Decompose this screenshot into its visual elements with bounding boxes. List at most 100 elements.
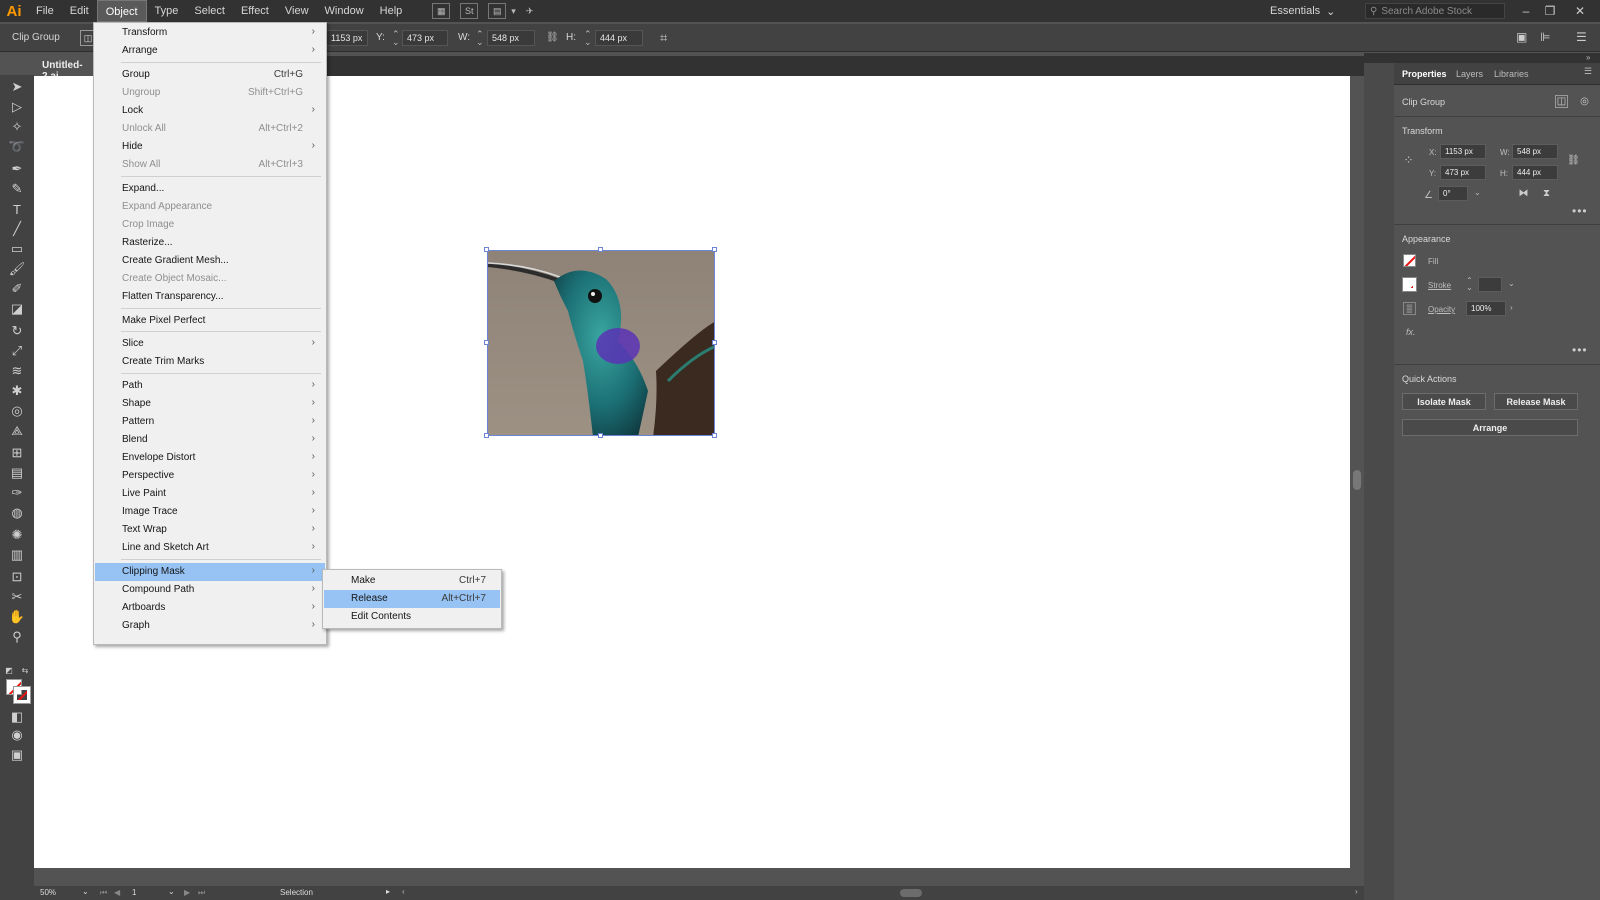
swap-colors-icon[interactable]: ⇆	[20, 665, 30, 675]
y-stepper-icon[interactable]: ⌃ ⌄	[392, 30, 400, 47]
drawing-mode-icon[interactable]: ◉	[8, 727, 26, 743]
stroke-weight-stepper-icon[interactable]: ⌃ ⌄	[1466, 277, 1473, 292]
object-menu-item-create-object-mosaic[interactable]: Create Object Mosaic...	[95, 270, 325, 288]
rotate-tool-icon[interactable]: ↻	[8, 323, 26, 339]
object-menu-item-rasterize[interactable]: Rasterize...	[95, 234, 325, 252]
object-menu-item-show-all[interactable]: Show All Alt+Ctrl+3	[95, 156, 325, 174]
isolate-mask-button[interactable]: Isolate Mask	[1402, 393, 1486, 410]
object-menu-item-crop-image[interactable]: Crop Image	[95, 216, 325, 234]
selection-handle[interactable]	[598, 433, 603, 438]
fx-icon[interactable]: fx.	[1406, 327, 1416, 337]
restore-icon[interactable]: ❐	[1538, 0, 1562, 22]
menu-edit[interactable]: Edit	[62, 0, 97, 22]
paintbrush-tool-icon[interactable]: 🖌	[8, 261, 26, 277]
object-menu-item-flatten-transparency[interactable]: Flatten Transparency...	[95, 288, 325, 306]
object-menu-item-live-paint[interactable]: Live Paint ›	[95, 485, 325, 503]
h-field[interactable]: 444 px	[595, 30, 643, 46]
flip-vertical-icon[interactable]: ⧗	[1540, 187, 1553, 200]
more-options-icon[interactable]: •••	[1572, 204, 1588, 218]
object-menu-item-transform[interactable]: Transform ›	[95, 24, 325, 42]
submenu-release[interactable]: Release Alt+Ctrl+7	[324, 590, 500, 608]
object-menu-item-text-wrap[interactable]: Text Wrap ›	[95, 521, 325, 539]
perspective-grid-tool-icon[interactable]: ⟁	[8, 423, 26, 439]
eraser-tool-icon[interactable]: ◪	[8, 301, 26, 317]
object-menu-item-make-pixel-perfect[interactable]: Make Pixel Perfect	[95, 312, 325, 330]
align-icon[interactable]: ▣	[1516, 30, 1527, 44]
menu-view[interactable]: View	[277, 0, 317, 22]
submenu-make[interactable]: Make Ctrl+7	[324, 572, 500, 590]
selection-handle[interactable]	[484, 247, 489, 252]
menu-window[interactable]: Window	[317, 0, 372, 22]
selection-handle[interactable]	[712, 433, 717, 438]
selection-handle[interactable]	[712, 247, 717, 252]
eyedropper-tool-icon[interactable]: ✑	[8, 485, 26, 501]
object-menu-item-create-trim-marks[interactable]: Create Trim Marks	[95, 353, 325, 371]
menu-file[interactable]: File	[28, 0, 62, 22]
object-menu-item-path[interactable]: Path ›	[95, 377, 325, 395]
panel-h-field[interactable]: 444 px	[1512, 165, 1558, 180]
zoom-level[interactable]: 50%	[40, 888, 56, 897]
gpu-rocket-icon[interactable]: ✈	[521, 3, 539, 19]
curvature-tool-icon[interactable]: ✎	[8, 181, 26, 197]
arrange-button[interactable]: Arrange	[1402, 419, 1578, 436]
type-tool-icon[interactable]: T	[8, 201, 26, 217]
screen-mode-icon[interactable]: ▣	[8, 747, 26, 763]
line-tool-icon[interactable]: ╱	[8, 221, 26, 237]
stroke-swatch[interactable]	[13, 686, 31, 704]
panel-y-field[interactable]: 473 px	[1440, 165, 1486, 180]
chevron-down-icon[interactable]: ⌄	[1474, 188, 1481, 197]
object-menu-item-envelope-distort[interactable]: Envelope Distort ›	[95, 449, 325, 467]
rectangle-tool-icon[interactable]: ▭	[8, 241, 26, 257]
artboard-tool-icon[interactable]: ⊡	[8, 569, 26, 585]
object-menu-item-shape[interactable]: Shape ›	[95, 395, 325, 413]
constrain-proportions-icon[interactable]: ⛓	[1567, 154, 1580, 167]
reference-point-icon[interactable]: ⁘	[1402, 153, 1415, 167]
arrange-documents-icon[interactable]: ▤	[488, 3, 507, 19]
menu-object[interactable]: Object	[96, 0, 147, 22]
slice-tool-icon[interactable]: ✂	[8, 589, 26, 605]
bridge-icon[interactable]: ▦	[432, 3, 451, 19]
direct-selection-tool-icon[interactable]: ▷	[8, 99, 26, 115]
graph-tool-icon[interactable]: ▥	[8, 547, 26, 563]
stroke-label[interactable]: Stroke	[1428, 281, 1451, 290]
edit-contents-icon[interactable]: ◎	[1578, 95, 1591, 108]
object-menu-item-pattern[interactable]: Pattern ›	[95, 413, 325, 431]
tab-libraries[interactable]: Libraries	[1494, 69, 1529, 79]
mesh-tool-icon[interactable]: ⊞	[8, 445, 26, 461]
panel-x-field[interactable]: 1153 px	[1440, 144, 1486, 159]
chevron-down-icon[interactable]: ⌄	[1508, 279, 1515, 288]
link-icon[interactable]: ⛓	[546, 32, 559, 43]
fill-swatch[interactable]	[1403, 254, 1416, 267]
minimize-icon[interactable]: –	[1514, 0, 1538, 22]
zoom-tool-icon[interactable]: ⚲	[8, 629, 26, 645]
chevron-down-icon[interactable]: ⌄	[82, 887, 89, 896]
close-icon[interactable]: ✕	[1568, 0, 1592, 22]
y-field[interactable]: 473 px	[402, 30, 448, 46]
workspace-switcher[interactable]: Essentials ⌄	[1270, 3, 1335, 19]
next-artboard-icon[interactable]: ▶	[184, 888, 190, 897]
warp-tool-icon[interactable]: ≋	[8, 363, 26, 379]
x-field[interactable]: 1153 px	[326, 30, 368, 46]
selection-handle[interactable]	[484, 340, 489, 345]
hummingbird-image[interactable]	[487, 250, 715, 436]
object-menu-item-ungroup[interactable]: Ungroup Shift+Ctrl+G	[95, 84, 325, 102]
chevron-right-icon[interactable]: ›	[1510, 303, 1513, 312]
distribute-icon[interactable]: ⊫	[1540, 30, 1550, 44]
tab-layers[interactable]: Layers	[1456, 69, 1483, 79]
object-menu-item-artboards[interactable]: Artboards ›	[95, 599, 325, 617]
object-menu-item-perspective[interactable]: Perspective ›	[95, 467, 325, 485]
object-menu-item-arrange[interactable]: Arrange ›	[95, 42, 325, 60]
tab-properties[interactable]: Properties	[1402, 69, 1447, 79]
w-stepper-icon[interactable]: ⌃ ⌄	[476, 30, 484, 47]
shape-builder-tool-icon[interactable]: ◎	[8, 403, 26, 419]
first-artboard-icon[interactable]: ⏮	[100, 888, 107, 898]
opacity-field[interactable]: 100%	[1466, 301, 1506, 316]
chevron-down-icon[interactable]: ⌄	[168, 887, 175, 896]
selection-handle[interactable]	[598, 247, 603, 252]
artboard-number[interactable]: 1	[132, 888, 136, 897]
default-colors-icon[interactable]: ◩	[4, 665, 14, 675]
scroll-left-icon[interactable]: ‹	[402, 887, 405, 896]
object-menu-item-slice[interactable]: Slice ›	[95, 335, 325, 353]
shaper-tool-icon[interactable]: ✐	[8, 281, 26, 297]
scroll-right-icon[interactable]: ›	[1355, 887, 1358, 896]
